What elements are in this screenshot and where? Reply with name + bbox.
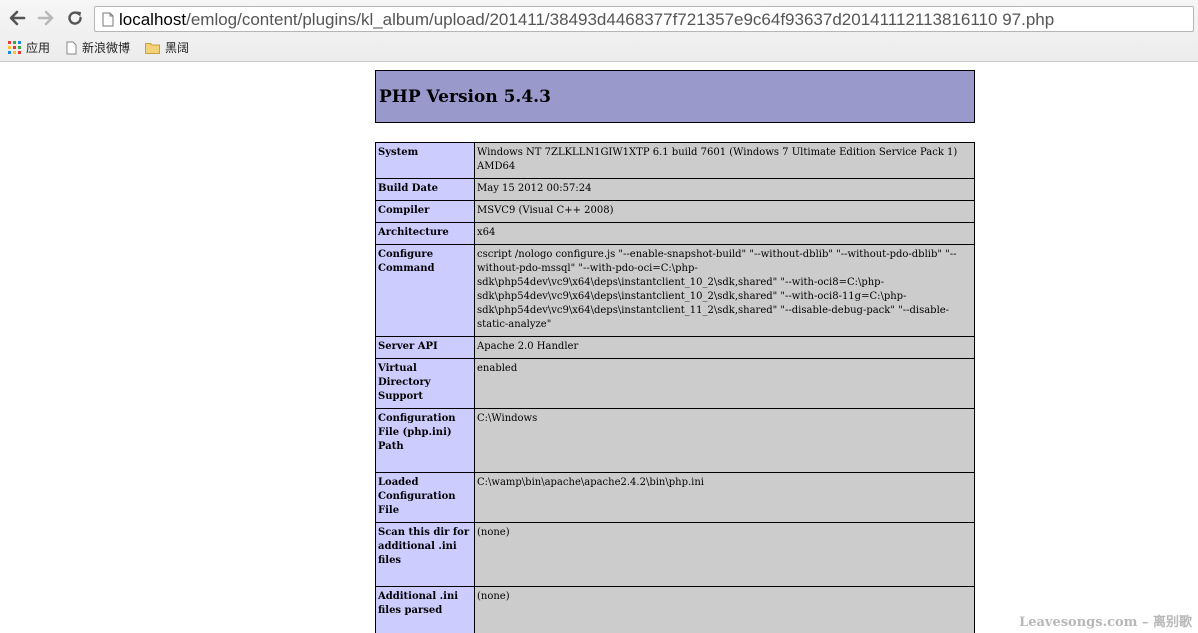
row-value: C:\Windows [474,408,975,473]
bookmark-weibo[interactable]: 新浪微博 [66,39,130,56]
page-title: PHP Version 5.4.3 [379,87,551,107]
row-key: Configuration File (php.ini) Path [375,408,475,473]
row-value: x64 [474,222,975,245]
reload-button[interactable] [64,7,86,29]
apps-grid-icon [8,41,21,54]
row-key: Virtual Directory Support [375,358,475,409]
table-row: Build Date May 15 2012 00:57:24 [375,178,975,201]
page-content: PHP Version 5.4.3 System Windows NT 7ZLK… [0,62,1198,633]
row-key: Scan this dir for additional .ini files [375,522,475,587]
url-path: /emlog/content/plugins/kl_album/upload/2… [186,10,1055,29]
php-version-header: PHP Version 5.4.3 [375,70,975,123]
row-key: Compiler [375,200,475,223]
bookmark-label: 黑阔 [165,41,190,55]
table-row: System Windows NT 7ZLKLLN1GIW1XTP 6.1 bu… [375,142,975,179]
row-key: Build Date [375,178,475,201]
table-row: Configure Command cscript /nologo config… [375,244,975,337]
table-row: Scan this dir for additional .ini files … [375,522,975,587]
bookmark-label: 新浪微博 [82,41,131,55]
row-value: Windows NT 7ZLKLLN1GIW1XTP 6.1 build 760… [474,142,975,179]
bookmark-apps[interactable]: 应用 [8,39,50,56]
page-icon [102,12,114,27]
url-text: localhost/emlog/content/plugins/kl_album… [119,10,1054,30]
row-key: Configure Command [375,244,475,337]
folder-icon [145,42,160,54]
bookmark-label: 应用 [26,41,51,55]
url-host: localhost [119,10,187,29]
table-row: Server API Apache 2.0 Handler [375,336,975,359]
address-bar[interactable]: localhost/emlog/content/plugins/kl_album… [94,6,1194,32]
table-row: Loaded Configuration File C:\wamp\bin\ap… [375,472,975,523]
row-key: Architecture [375,222,475,245]
row-key: Additional .ini files parsed [375,586,475,633]
row-value: (none) [474,586,975,633]
back-button[interactable] [6,7,28,29]
table-row: Architecture x64 [375,222,975,245]
info-table: System Windows NT 7ZLKLLN1GIW1XTP 6.1 bu… [375,142,975,633]
forward-button[interactable] [35,7,57,29]
row-key: Server API [375,336,475,359]
row-value: cscript /nologo configure.js "--enable-s… [474,244,975,337]
back-arrow-icon [9,10,26,26]
row-value: Apache 2.0 Handler [474,336,975,359]
row-value: MSVC9 (Visual C++ 2008) [474,200,975,223]
bookmark-heikuo[interactable]: 黑阔 [145,39,189,56]
row-value: May 15 2012 00:57:24 [474,178,975,201]
row-value: (none) [474,522,975,587]
table-row: Virtual Directory Support enabled [375,358,975,409]
table-row: Configuration File (php.ini) Path C:\Win… [375,408,975,473]
row-key: System [375,142,475,179]
row-value: C:\wamp\bin\apache\apache2.4.2\bin\php.i… [474,472,975,523]
row-key: Loaded Configuration File [375,472,475,523]
table-row: Additional .ini files parsed (none) [375,586,975,633]
page-icon [66,41,77,54]
watermark: Leavesongs.com – 离别歌 [1019,615,1192,630]
forward-arrow-icon [37,10,54,26]
browser-toolbar: localhost/emlog/content/plugins/kl_album… [0,0,1198,62]
reload-icon [68,11,82,25]
row-value: enabled [474,358,975,409]
bookmarks-bar: 应用 新浪微博 黑阔 [0,37,1198,59]
table-row: Compiler MSVC9 (Visual C++ 2008) [375,200,975,223]
